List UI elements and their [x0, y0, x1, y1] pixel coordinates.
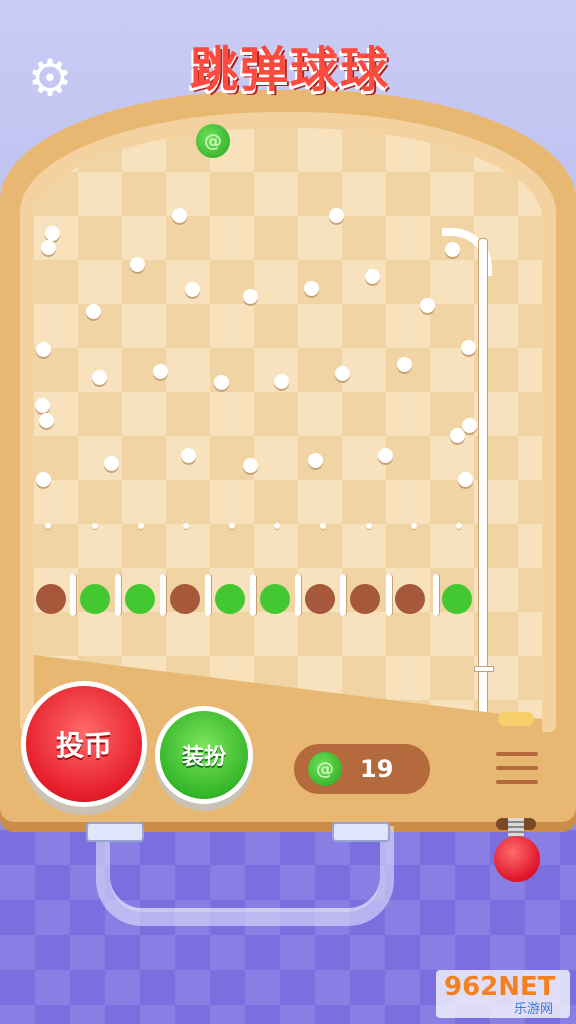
- peg: [153, 364, 168, 379]
- slot-green: [215, 584, 245, 614]
- slot-divider: [160, 574, 166, 616]
- peg: [243, 458, 258, 473]
- hamburger-menu-icon[interactable]: [496, 752, 538, 796]
- small-peg: [92, 523, 98, 529]
- small-peg: [45, 523, 51, 529]
- slot-brown: [305, 584, 335, 614]
- slot-divider: [115, 574, 121, 616]
- small-peg: [229, 523, 235, 529]
- slot-brown: [170, 584, 200, 614]
- watermark-sub: 乐游网: [514, 1002, 554, 1017]
- peg: [172, 208, 187, 223]
- slot-divider: [70, 574, 76, 616]
- slot-divider: [205, 574, 211, 616]
- pipe-cap-left: [86, 822, 144, 842]
- slot-divider: [250, 574, 256, 616]
- slot-divider: [386, 574, 392, 616]
- slot-green: [125, 584, 155, 614]
- slot-divider: [340, 574, 346, 616]
- launch-rail: [478, 238, 488, 724]
- peg: [45, 226, 60, 241]
- peg: [329, 208, 344, 223]
- peg: [274, 374, 289, 389]
- slot-brown: [350, 584, 380, 614]
- peg: [185, 282, 200, 297]
- small-peg: [366, 523, 372, 529]
- small-peg: [138, 523, 144, 529]
- peg: [104, 456, 119, 471]
- peg: [462, 418, 477, 433]
- coin-count: 19: [360, 755, 394, 783]
- small-peg: [320, 523, 326, 529]
- peg: [378, 448, 393, 463]
- slot-green: [80, 584, 110, 614]
- insert-coin-button[interactable]: 投币: [26, 686, 142, 802]
- pipe-cap-right: [332, 822, 390, 842]
- gear-icon[interactable]: ⚙: [26, 53, 74, 103]
- game-ball: @: [196, 124, 230, 158]
- plunger-knob[interactable]: [494, 836, 540, 882]
- peg: [41, 240, 56, 255]
- peg: [86, 304, 101, 319]
- slot-brown: [395, 584, 425, 614]
- peg: [458, 472, 473, 487]
- peg: [397, 357, 412, 372]
- slot-brown: [36, 584, 66, 614]
- peg: [35, 398, 50, 413]
- game-title: 跳弹球球: [189, 42, 390, 98]
- peg: [181, 448, 196, 463]
- peg: [36, 342, 51, 357]
- watermark: 962NET 乐游网: [436, 970, 570, 1018]
- slot-divider: [295, 574, 301, 616]
- peg: [214, 375, 229, 390]
- peg: [308, 453, 323, 468]
- peg: [335, 366, 350, 381]
- rail-ring: [474, 666, 494, 672]
- peg: [304, 281, 319, 296]
- launch-pocket: [498, 712, 534, 726]
- slot-green: [260, 584, 290, 614]
- coin-icon: @: [308, 752, 342, 786]
- peg: [39, 413, 54, 428]
- coin-counter: @ 19: [294, 744, 430, 794]
- small-peg: [456, 523, 462, 529]
- peg: [36, 472, 51, 487]
- peg: [461, 340, 476, 355]
- peg: [130, 257, 145, 272]
- peg: [450, 428, 465, 443]
- dress-up-button[interactable]: 装扮: [160, 711, 248, 799]
- peg: [365, 269, 380, 284]
- slot-divider: [433, 574, 439, 616]
- small-peg: [411, 523, 417, 529]
- small-peg: [274, 523, 280, 529]
- slot-green: [442, 584, 472, 614]
- peg: [92, 370, 107, 385]
- peg: [420, 298, 435, 313]
- small-peg: [183, 523, 189, 529]
- peg: [243, 289, 258, 304]
